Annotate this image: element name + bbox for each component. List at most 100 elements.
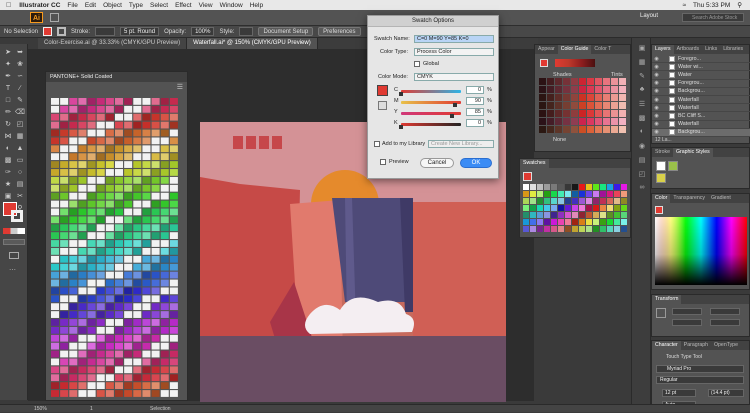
visibility-eye-icon[interactable]: ◉ — [652, 80, 661, 86]
visibility-eye-icon[interactable]: ◉ — [652, 97, 661, 103]
eyedropper-icon[interactable]: ✑ — [3, 168, 13, 177]
tab-color-themes[interactable]: Color T — [591, 45, 614, 54]
swatches-fill-stroke[interactable] — [523, 172, 532, 181]
layer-row[interactable]: ◉ Water — [652, 71, 750, 80]
color-guide-grid[interactable] — [539, 78, 627, 134]
layer-name[interactable]: Water wi... — [678, 64, 703, 70]
layer-name[interactable]: Foregro... — [678, 56, 701, 62]
workspace-switcher[interactable]: Layout — [640, 13, 658, 19]
reference-point-icon[interactable] — [656, 308, 666, 318]
opacity-field[interactable]: 100% — [191, 27, 215, 36]
menu-effect[interactable]: Effect — [175, 2, 192, 9]
channel-c-input[interactable]: 0 — [466, 86, 484, 94]
color-fill-swatch[interactable] — [655, 206, 663, 214]
pen-tool-icon[interactable]: ✒ — [3, 72, 13, 81]
swatches-panel-icon[interactable]: ▦ — [637, 58, 647, 67]
tab-color[interactable]: Color — [652, 194, 671, 203]
libraries-icon[interactable] — [50, 13, 59, 22]
visibility-eye-icon[interactable]: ◉ — [652, 88, 661, 94]
mesh-tool-icon[interactable]: ▩ — [3, 156, 13, 165]
font-style-select[interactable]: Regular — [656, 376, 744, 384]
brush-select[interactable]: 5 pt. Round — [120, 27, 160, 36]
swatches-grid[interactable] — [523, 184, 629, 234]
swatch-name-input[interactable]: C=0 M=90 Y=85 K=0 — [414, 35, 494, 43]
scale-tool-icon[interactable]: ◰ — [15, 120, 25, 129]
tab-paragraph[interactable]: Paragraph — [681, 341, 711, 350]
tab-waterfall[interactable]: Waterfall.ai* @ 150% (CMYK/GPU Preview) — [187, 38, 318, 49]
app-menu[interactable]: Illustrator CC — [19, 2, 60, 9]
font-family-select[interactable]: Myriad Pro — [656, 365, 744, 373]
tab-graphic-styles[interactable]: Graphic Styles — [673, 148, 713, 157]
channel-m-thumb[interactable] — [453, 103, 457, 107]
visibility-eye-icon[interactable]: ◉ — [652, 113, 661, 119]
menu-edit[interactable]: Edit — [85, 2, 96, 9]
width-tool-icon[interactable]: ⋈ — [3, 132, 13, 141]
stroke-weight-field[interactable] — [95, 27, 116, 36]
touch-type-tool[interactable]: Touch Type Tool — [666, 354, 702, 360]
layer-name[interactable]: Water — [678, 72, 692, 78]
menu-window[interactable]: Window — [220, 2, 243, 9]
menu-file[interactable]: File — [67, 2, 77, 9]
apple-icon[interactable]:  — [6, 2, 11, 9]
graphic-style-default[interactable] — [656, 161, 666, 171]
rectangle-tool-icon[interactable]: □ — [3, 96, 13, 105]
direct-selection-tool-icon[interactable]: ➥ — [15, 48, 25, 57]
gradient-panel-icon[interactable]: ▩ — [637, 114, 647, 123]
eraser-icon[interactable]: ⌫ — [15, 108, 25, 117]
perspective-grid-icon[interactable]: ▲ — [15, 144, 25, 153]
free-transform-icon[interactable]: ▦ — [15, 132, 25, 141]
style-select[interactable] — [239, 27, 254, 36]
channel-y-thumb[interactable] — [450, 114, 454, 118]
layer-row[interactable]: ◉ Waterfall — [652, 121, 750, 129]
tab-color-exercise[interactable]: Color-Exercise.ai @ 33.33% (CMYK/GPU Pre… — [38, 38, 188, 49]
pantone-panel-menu-icon[interactable]: ☰ — [177, 83, 183, 91]
layer-row[interactable]: ◉ Foregro... — [652, 55, 750, 64]
symbol-sprayer-icon[interactable]: ★ — [3, 180, 13, 189]
paintbrush-icon[interactable]: ✎ — [15, 96, 25, 105]
layer-row[interactable]: ◉ Foregrou... — [652, 80, 750, 88]
align-panel-icon[interactable]: ▤ — [637, 156, 647, 165]
preview-checkbox[interactable] — [380, 159, 386, 165]
tab-transparency[interactable]: Transparency — [670, 194, 708, 203]
layer-name[interactable]: BC Cliff S... — [678, 113, 705, 119]
menu-select[interactable]: Select — [150, 2, 168, 9]
graph-tool-icon[interactable]: ▤ — [15, 180, 25, 189]
selection-tool-icon[interactable]: ➤ — [3, 48, 13, 57]
tab-links[interactable]: Links — [702, 45, 720, 54]
transparency-panel-icon[interactable]: ◐ — [637, 128, 647, 137]
brushes-panel-icon[interactable]: ✎ — [637, 72, 647, 81]
color-spectrum[interactable] — [655, 217, 747, 285]
shape-builder-icon[interactable]: ◐ — [3, 144, 13, 153]
visibility-eye-icon[interactable]: ◉ — [652, 72, 661, 78]
global-checkbox[interactable] — [414, 61, 420, 67]
color-panel-icon[interactable]: ▣ — [637, 44, 647, 53]
appearance-panel-icon[interactable]: ◉ — [637, 142, 647, 151]
x-field[interactable] — [672, 308, 702, 315]
layer-name[interactable]: Backgrou... — [678, 88, 705, 94]
tab-artboards[interactable]: Artboards — [674, 45, 703, 54]
pantone-swatch-grid[interactable] — [51, 98, 179, 398]
tab-stroke[interactable]: Stroke — [652, 148, 673, 157]
channel-y-input[interactable]: 85 — [466, 108, 484, 116]
fill-swatch[interactable] — [43, 27, 53, 36]
tab-libraries[interactable]: Libraries — [720, 45, 746, 54]
graphic-style-3[interactable] — [656, 173, 666, 183]
stroke-panel-icon[interactable]: ☰ — [637, 100, 647, 109]
layer-name[interactable]: Backgrou... — [678, 129, 705, 135]
gradient-tool-icon[interactable]: ▭ — [15, 156, 25, 165]
visibility-eye-icon[interactable]: ◉ — [652, 64, 661, 70]
channel-k-thumb[interactable] — [399, 125, 403, 129]
document-setup-button[interactable]: Document Setup — [258, 27, 314, 36]
layer-name[interactable]: Waterfall — [678, 97, 699, 103]
channel-c-slider[interactable] — [401, 90, 461, 93]
harmony-strip[interactable] — [555, 59, 595, 67]
leading-field[interactable]: (14.4 pt) — [708, 389, 744, 397]
screen-mode-icon[interactable] — [9, 252, 19, 259]
type-tool-icon[interactable]: T — [3, 84, 13, 93]
stroke-swatch[interactable] — [57, 27, 67, 36]
channel-m-slider[interactable] — [401, 101, 461, 104]
layer-row[interactable]: ◉ BC Cliff S... — [652, 112, 750, 121]
visibility-eye-icon[interactable]: ◉ — [652, 56, 661, 62]
pathfinder-panel-icon[interactable]: ◰ — [637, 170, 647, 179]
base-color-swatch[interactable] — [540, 59, 548, 67]
